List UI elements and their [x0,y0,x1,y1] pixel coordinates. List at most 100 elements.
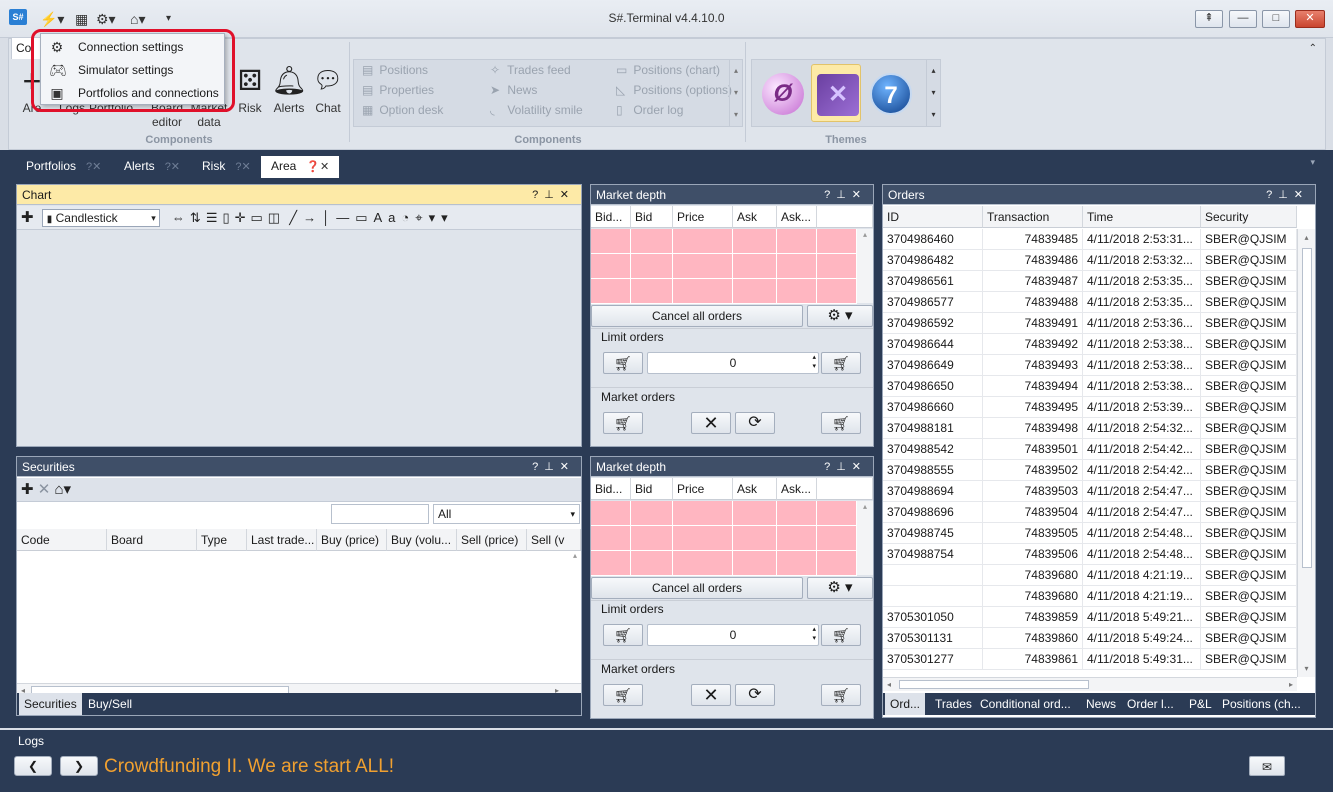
reverse-position-button[interactable]: ⟳ [735,684,775,706]
column-header[interactable]: Bid... [591,206,631,228]
cancel-orders-button[interactable]: ✕ [691,684,731,706]
securities-vscroll[interactable]: ▴ [573,551,577,560]
chart-tools-icons[interactable]: ⇔⇅☰▯✛▭◫ [172,210,285,225]
chart-type-select[interactable]: ▮ Candlestick ▾ [41,209,160,228]
limit-buy-button[interactable]: 🛒︎ [603,352,643,374]
limit-sell-button[interactable]: 🛒︎ [821,624,861,646]
cancel-orders-button[interactable]: ✕ [691,412,731,434]
column-header[interactable]: Security [1201,206,1297,228]
tab-risk[interactable]: Risk ?✕ [192,156,261,178]
gallery-item-positions[interactable]: ▤ Positions [362,60,443,80]
table-row[interactable]: 3704986650 74839494 4/11/2018 2:53:38... SB… [883,376,1297,397]
gallery-item-option-desk[interactable]: ▦ Option desk [362,100,443,120]
drawing-tools-icons[interactable]: ╱→│—▭Aa◔⌖▾▾ [289,210,453,225]
delete-icon[interactable]: ✕ [38,481,51,498]
cancel-all-orders-button[interactable]: Cancel all orders [591,577,803,599]
column-header[interactable]: Sell (v [527,529,581,551]
table-row[interactable]: 3704988181 74839498 4/11/2018 2:54:32... SB… [883,418,1297,439]
column-header[interactable]: Ask... [777,206,817,228]
column-header[interactable]: Bid [631,206,673,228]
table-row[interactable]: 3704986592 74839491 4/11/2018 2:53:36... SB… [883,313,1297,334]
previous-message-button[interactable]: ❮ [14,756,52,776]
table-row[interactable]: 3705301277 74839861 4/11/2018 5:49:31... SB… [883,649,1297,670]
table-row[interactable]: 3704986649 74839493 4/11/2018 2:53:38... SB… [883,355,1297,376]
panel-controls[interactable]: ?⊥✕ [824,185,867,205]
market-sell-button[interactable]: 🛒︎ [821,684,861,706]
limit-sell-button[interactable]: 🛒︎ [821,352,861,374]
market-buy-button[interactable]: 🛒︎ [603,684,643,706]
securities-search-input[interactable] [331,504,429,524]
table-row[interactable]: 3705301131 74839860 4/11/2018 5:49:24... SB… [883,628,1297,649]
table-row[interactable]: 3704988542 74839501 4/11/2018 2:54:42... SB… [883,439,1297,460]
tab-trades[interactable]: Trades [930,693,977,715]
cancel-all-orders-button[interactable]: Cancel all orders [591,305,803,327]
reverse-position-button[interactable]: ⟳ [735,412,775,434]
table-row[interactable]: 3704988696 74839504 4/11/2018 2:54:47... SB… [883,502,1297,523]
gallery-item-trades-feed[interactable]: ✧ Trades feed [490,60,583,80]
gallery-item-volatility-smile[interactable]: ◟ Volatility smile [490,100,583,120]
spinner-icon[interactable]: ▴ ▾ [812,353,816,371]
table-row[interactable]: 74839680 4/11/2018 4:21:19... SBER@QJSIM [883,586,1297,607]
column-header[interactable]: Sell (price) [457,529,527,551]
theme-visual-studio[interactable]: ✕ [811,64,861,122]
order-book-grid[interactable] [591,501,857,576]
order-book-grid[interactable] [591,229,857,304]
logs-message[interactable]: Crowdfunding II. We are start ALL! [104,756,394,778]
column-header[interactable]: Price [673,206,733,228]
gallery-item-properties[interactable]: ▤ Properties [362,80,443,100]
table-row[interactable]: 3704988694 74839503 4/11/2018 2:54:47... SB… [883,481,1297,502]
tab-securities[interactable]: Securities [19,693,82,715]
tab-pnl[interactable]: P&L [1184,693,1217,715]
table-row[interactable]: 3704986482 74839486 4/11/2018 2:53:32... SB… [883,250,1297,271]
theme-office-2013[interactable]: Ø [757,64,807,122]
add-icon[interactable]: ✚ [21,209,34,226]
panel-controls[interactable]: ?⊥✕ [1266,185,1309,205]
column-header[interactable]: Buy (volu... [387,529,457,551]
column-header[interactable]: Bid [631,478,673,500]
table-row[interactable]: 3704986660 74839495 4/11/2018 2:53:39... SB… [883,397,1297,418]
orders-hscroll[interactable]: ◂ ▸ [883,677,1297,691]
table-row[interactable]: 3705301050 74839859 4/11/2018 5:49:21... SB… [883,607,1297,628]
order-book-vscroll[interactable]: ▴ [857,229,873,303]
next-message-button[interactable]: ❯ [60,756,98,776]
column-header[interactable]: Type [197,529,247,551]
message-button[interactable]: ✉ [1249,756,1285,776]
depth-settings-button[interactable]: ⚙ ▾ [807,305,873,327]
tab-order-log[interactable]: Order l... [1122,693,1179,715]
column-header[interactable]: Bid... [591,478,631,500]
market-sell-button[interactable]: 🛒︎ [821,412,861,434]
table-row[interactable]: 3704986577 74839488 4/11/2018 2:53:35... SB… [883,292,1297,313]
gallery-item-news[interactable]: ➤ News [490,80,583,100]
table-row[interactable]: 3704988754 74839506 4/11/2018 2:54:48... SB… [883,544,1297,565]
column-header[interactable]: Buy (price) [317,529,387,551]
limit-volume-input[interactable]: 0 ▴ ▾ [647,624,819,646]
tab-orders[interactable]: Ord... [885,693,926,715]
minimize-button[interactable]: — [1229,10,1257,28]
tab-positions-chart[interactable]: Positions (ch... [1217,693,1306,715]
theme-windows-7[interactable]: 7 [865,64,915,122]
column-header[interactable]: Ask [733,478,777,500]
market-buy-button[interactable]: 🛒︎ [603,412,643,434]
close-window-button[interactable]: ✕ [1295,10,1325,28]
column-header[interactable]: ID [883,206,983,228]
maximize-button[interactable]: □ [1262,10,1290,28]
tab-portfolios[interactable]: Portfolios ?✕ [16,156,111,178]
table-row[interactable]: 3704986460 74839485 4/11/2018 2:53:31... SB… [883,229,1297,250]
table-row[interactable]: 74839680 4/11/2018 4:21:19... SBER@QJSIM [883,565,1297,586]
spinner-icon[interactable]: ▴ ▾ [812,625,816,643]
column-header[interactable]: Price [673,478,733,500]
tab-area[interactable]: Area ❓✕ [261,156,340,178]
panel-controls[interactable]: ?⊥✕ [532,185,575,205]
order-book-vscroll[interactable]: ▴ [857,501,873,575]
limit-volume-input[interactable]: 0 ▴ ▾ [647,352,819,374]
table-row[interactable]: 3704988745 74839505 4/11/2018 2:54:48... SB… [883,523,1297,544]
tab-list-dropdown-icon[interactable]: ▾ [1310,157,1315,168]
orders-vscroll[interactable]: ▴ ▾ [1297,229,1315,677]
securities-filter-select[interactable]: All ▾ [433,504,580,524]
risk-button[interactable]: ⚄ Risk [231,61,269,115]
tab-news[interactable]: News [1081,693,1121,715]
gallery-scroll[interactable]: ▴ ▾ ▾ [729,60,742,126]
chat-button[interactable]: 💬︎ Chat [309,61,347,115]
collapse-ribbon-icon[interactable]: ⌃ [1309,43,1317,54]
column-header[interactable]: Transaction [983,206,1083,228]
